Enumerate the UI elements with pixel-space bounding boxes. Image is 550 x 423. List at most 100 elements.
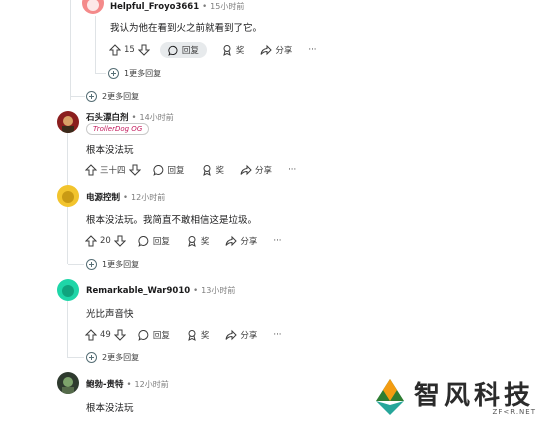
username[interactable]: 鲍勃-贵特 — [86, 380, 124, 390]
vote-count: 15 — [124, 45, 135, 55]
share-icon — [260, 44, 273, 56]
more-replies-link[interactable]: 2更多回复 — [86, 352, 139, 363]
avatar[interactable] — [57, 372, 79, 394]
avatar[interactable] — [82, 0, 104, 14]
upvote-icon[interactable] — [85, 164, 97, 176]
avatar[interactable] — [57, 111, 79, 133]
vote-group: 49 — [85, 329, 126, 341]
share-label: 分享 — [240, 331, 258, 341]
share-icon — [225, 329, 238, 341]
vote-count: 20 — [100, 236, 111, 246]
share-icon — [225, 235, 238, 247]
comment-time: 12小时前 — [134, 380, 169, 389]
upvote-icon[interactable] — [85, 329, 97, 341]
comment-time: 12小时前 — [131, 193, 166, 202]
reply-label: 回复 — [152, 331, 170, 341]
share-button[interactable]: 分享 — [225, 329, 257, 341]
share-icon — [240, 164, 252, 176]
comment-author[interactable]: 电源控制 • 12小时前 — [86, 191, 165, 203]
user-flair: TrollerDog OG — [86, 123, 150, 135]
separator-dot: • — [131, 113, 137, 123]
separator-dot: • — [126, 380, 132, 390]
comment-author[interactable]: Helpful_Froyo3661 • 15小时前 — [110, 1, 244, 12]
downvote-icon[interactable] — [113, 329, 126, 341]
username[interactable]: 电源控制 — [86, 193, 120, 203]
reply-label: 回复 — [167, 166, 185, 176]
award-icon — [188, 330, 196, 341]
upvote-icon[interactable] — [109, 44, 121, 56]
separator-dot: • — [123, 193, 129, 203]
more-replies-link[interactable]: 1更多回复 — [86, 259, 139, 270]
user-avatar-icon — [62, 116, 74, 133]
vote-group: 15 — [109, 44, 150, 56]
more-options-button[interactable]: ··· — [308, 45, 316, 55]
share-label: 分享 — [275, 46, 293, 56]
username[interactable]: Helpful_Froyo3661 — [110, 2, 199, 12]
reply-button[interactable]: 回复 — [152, 164, 185, 176]
more-options-label: ··· — [273, 330, 282, 340]
vote-count: 49 — [100, 330, 111, 340]
reply-button[interactable]: 回复 — [159, 42, 207, 58]
award-icon — [188, 236, 196, 247]
award-button[interactable]: 奖 — [186, 235, 210, 247]
downvote-icon[interactable] — [128, 164, 141, 176]
more-replies-link[interactable]: 2更多回复 — [86, 91, 139, 102]
user-avatar-icon — [87, 0, 99, 11]
user-avatar-icon — [62, 285, 74, 297]
user-avatar-icon — [62, 377, 74, 394]
award-icon — [223, 45, 231, 56]
comment-actions: 三十四 回复 奖 分享 ··· — [85, 161, 312, 179]
share-button[interactable]: 分享 — [225, 235, 257, 247]
thread-connector — [68, 357, 84, 358]
more-replies-link[interactable]: 1更多回复 — [108, 68, 161, 79]
comment-author[interactable]: Remarkable_War9010 • 13小时前 — [86, 285, 235, 296]
more-options-button[interactable]: ··· — [288, 165, 296, 175]
reply-button[interactable]: 回复 — [138, 329, 170, 341]
downvote-icon[interactable] — [137, 44, 150, 56]
comment-bubble-icon — [138, 330, 149, 341]
comment-text: 根本没法玩 — [86, 145, 134, 156]
award-label: 奖 — [200, 237, 210, 247]
share-button[interactable]: 分享 — [260, 44, 292, 56]
more-options-button[interactable]: ··· — [273, 236, 281, 246]
award-icon — [202, 165, 211, 176]
share-label: 分享 — [255, 166, 273, 176]
comment-actions: 20 回复 奖 分享 ··· — [85, 232, 297, 250]
comment-author[interactable]: 鲍勃-贵特 • 12小时前 — [86, 378, 169, 390]
downvote-icon[interactable] — [113, 235, 126, 247]
award-button[interactable]: 奖 — [221, 44, 244, 56]
thread-connector — [71, 96, 85, 97]
award-button[interactable]: 奖 — [201, 164, 224, 176]
comment-author[interactable]: 石头漂白剂 • 14小时前 — [86, 111, 174, 123]
award-label: 奖 — [200, 331, 210, 341]
comment-bubble-icon — [138, 236, 149, 247]
reply-label: 回复 — [181, 46, 199, 56]
thread-connector — [68, 264, 84, 265]
separator-dot: • — [193, 286, 199, 296]
comment-bubble-icon — [168, 45, 178, 56]
expand-icon — [108, 68, 119, 79]
comment-time: 14小时前 — [139, 113, 174, 122]
comment-actions: 49 回复 奖 分享 ··· — [85, 326, 297, 344]
comment-actions: 15 回复 奖 分享 ··· — [109, 41, 332, 59]
comment-bubble-icon — [152, 165, 163, 176]
more-options-button[interactable]: ··· — [273, 330, 281, 340]
upvote-icon[interactable] — [85, 235, 97, 247]
watermark-title: 智风科技 — [414, 381, 535, 411]
watermark-logo: 智风科技 ZF<R.NET — [370, 375, 540, 419]
avatar[interactable] — [57, 185, 79, 207]
more-replies-label: 1更多回复 — [124, 69, 162, 78]
thread-line — [70, 0, 71, 100]
username[interactable]: Remarkable_War9010 — [86, 286, 190, 296]
share-button[interactable]: 分享 — [240, 164, 272, 176]
thread-line — [95, 16, 96, 74]
username[interactable]: 石头漂白剂 — [86, 113, 129, 123]
more-options-label: ··· — [288, 165, 297, 175]
award-button[interactable]: 奖 — [186, 329, 210, 341]
avatar[interactable] — [57, 279, 79, 301]
reply-button[interactable]: 回复 — [138, 235, 170, 247]
user-avatar-icon — [62, 191, 74, 203]
comment-text: 根本没法玩 — [86, 403, 134, 414]
expand-icon — [86, 91, 97, 102]
comment-text: 根本没法玩。我简直不敢相信这是垃圾。 — [86, 215, 258, 226]
